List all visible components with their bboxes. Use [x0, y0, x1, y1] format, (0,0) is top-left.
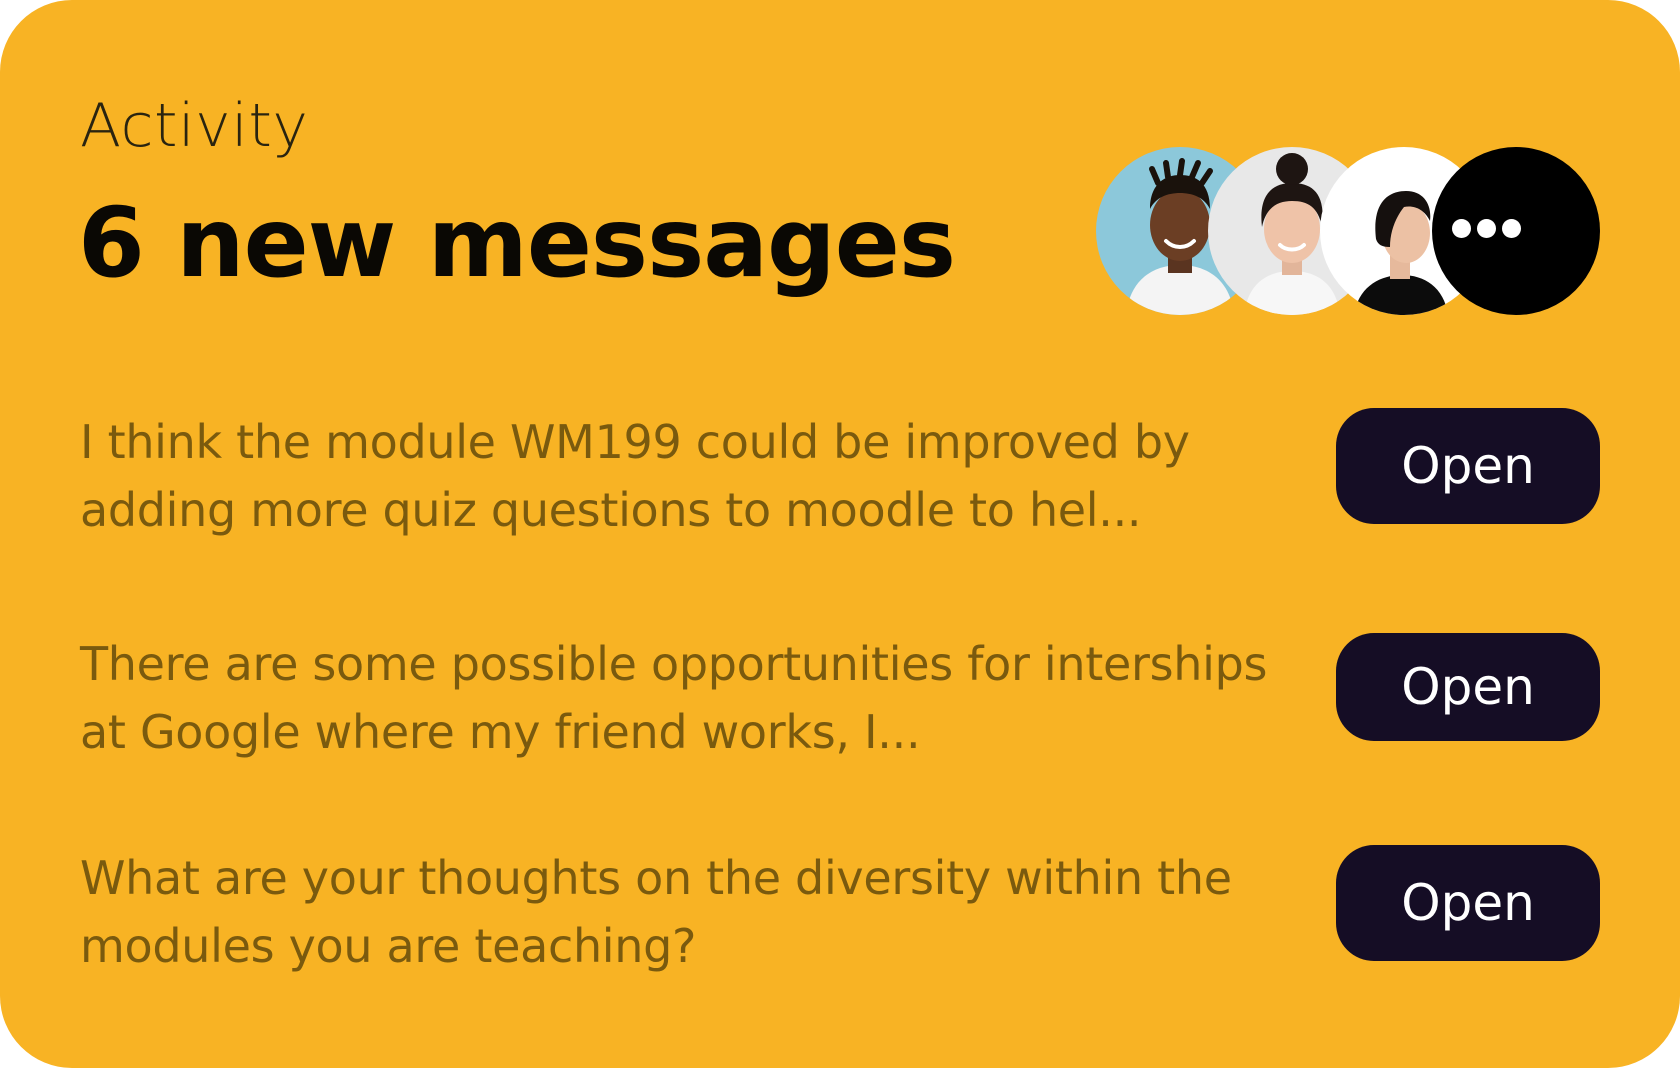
card-eyebrow: Activity: [80, 91, 309, 161]
card-title: 6 new messages: [78, 187, 956, 299]
message-preview: I think the module WM199 could be improv…: [80, 415, 1190, 537]
message-preview: What are your thoughts on the diversity …: [80, 851, 1232, 973]
avatar-stack[interactable]: [1096, 147, 1600, 317]
message-row: There are some possible opportunities fo…: [80, 633, 1600, 773]
open-button[interactable]: Open: [1336, 845, 1600, 961]
message-preview: There are some possible opportunities fo…: [80, 637, 1268, 759]
open-button[interactable]: Open: [1336, 408, 1600, 524]
more-icon[interactable]: [1432, 147, 1600, 315]
open-button[interactable]: Open: [1336, 633, 1600, 741]
activity-card: Activity 6 new messages I think the modu…: [0, 0, 1680, 1068]
more-dots: [1452, 219, 1521, 238]
message-row: What are your thoughts on the diversity …: [80, 845, 1600, 985]
message-row: I think the module WM199 could be improv…: [80, 408, 1600, 548]
